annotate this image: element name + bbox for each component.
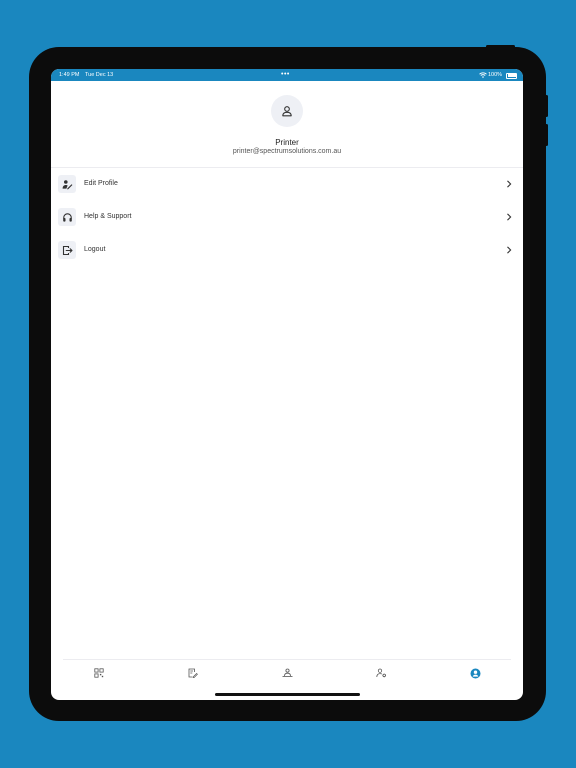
avatar [271, 95, 303, 127]
tab-users[interactable] [280, 666, 294, 680]
headphones-icon [58, 208, 76, 226]
profile-email: printer@spectrumsolutions.com.au [232, 148, 342, 155]
account-circle-icon [470, 668, 481, 679]
battery-icon [506, 72, 517, 79]
person-icon [281, 105, 293, 117]
menu-item-label: Logout [84, 246, 106, 253]
status-time: 1:49 PM [59, 72, 80, 78]
tab-dashboard[interactable] [92, 666, 106, 680]
tab-account[interactable] [468, 666, 482, 680]
menu-item-edit-profile[interactable]: Edit Profile [51, 171, 523, 197]
menu-item-logout[interactable]: Logout [51, 237, 523, 263]
chevron-right-icon [505, 213, 513, 221]
logout-icon [58, 241, 76, 259]
tab-documents[interactable] [186, 666, 200, 680]
profile-name: Printer [275, 138, 299, 147]
status-bar: 1:49 PM Tue Dec 13 ••• 100% [51, 69, 523, 81]
document-edit-icon [188, 668, 198, 678]
users-icon [282, 668, 293, 678]
tab-user-settings[interactable] [374, 666, 388, 680]
app-screen: 1:49 PM Tue Dec 13 ••• 100% Printer prin… [51, 69, 523, 700]
profile-header: Printer printer@spectrumsolutions.com.au [51, 81, 523, 168]
menu-item-label: Edit Profile [84, 180, 118, 187]
multitasking-dots[interactable]: ••• [281, 69, 290, 80]
bottom-tab-bar [63, 659, 511, 688]
status-date: Tue Dec 13 [85, 72, 114, 78]
user-settings-icon [375, 668, 387, 678]
edit-profile-icon [58, 175, 76, 193]
battery-percentage: 100% [488, 72, 503, 78]
menu-item-label: Help & Support [84, 213, 132, 220]
menu-item-help-support[interactable]: Help & Support [51, 204, 523, 230]
wifi-icon [479, 72, 487, 78]
dashboard-grid-icon [94, 668, 104, 678]
chevron-right-icon [505, 246, 513, 254]
home-indicator[interactable] [215, 693, 360, 696]
chevron-right-icon [505, 180, 513, 188]
